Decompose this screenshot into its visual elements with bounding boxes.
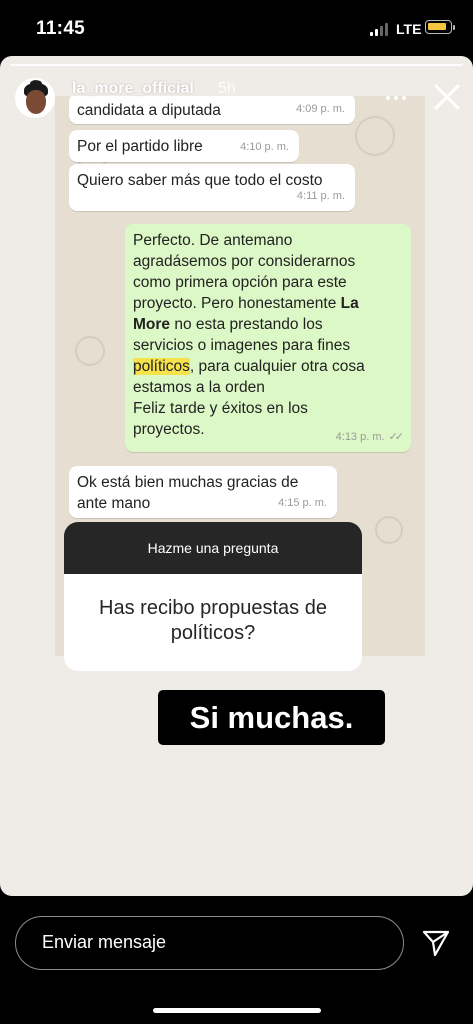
- message-time: 4:09 p. m.: [296, 103, 345, 115]
- battery-fill: [428, 23, 446, 30]
- message-time: 4:10 p. m.: [240, 141, 289, 153]
- message-text: ante mano: [77, 495, 151, 512]
- question-sticker[interactable]: Hazme una pregunta Has recibo propuestas…: [64, 522, 362, 671]
- chat-message: Quiero saber más que todo el costo 4:11 …: [69, 164, 355, 211]
- status-bar: 11:45 LTE: [0, 0, 473, 56]
- chat-message-sent: Perfecto. De antemano agradásemos por co…: [125, 224, 411, 452]
- story-progress-bar: [10, 64, 463, 66]
- highlighted-word: políticos: [133, 358, 190, 375]
- story-card[interactable]: candidata a diputada 4:09 p. m. Por el p…: [0, 56, 473, 896]
- avatar[interactable]: [15, 78, 55, 118]
- network-label: LTE: [396, 21, 422, 37]
- message-text: Ok está bien muchas gracias de: [77, 474, 299, 491]
- message-text: candidata a diputada: [77, 102, 221, 119]
- close-icon[interactable]: [430, 80, 464, 114]
- signal-icon: [370, 22, 390, 36]
- more-icon[interactable]: [384, 94, 410, 102]
- status-time: 11:45: [36, 18, 86, 39]
- send-icon[interactable]: [421, 928, 451, 958]
- home-indicator: [153, 1008, 321, 1013]
- chat-message: Por el partido libre 4:10 p. m.: [69, 130, 299, 162]
- username[interactable]: la_more_official: [72, 80, 194, 98]
- message-text: Quiero saber más que todo el costo: [77, 172, 323, 189]
- question-header: Hazme una pregunta: [64, 522, 362, 574]
- battery-icon: [425, 20, 455, 34]
- read-ticks-icon: ✓✓: [388, 431, 405, 443]
- message-input[interactable]: Enviar mensaje: [15, 916, 404, 970]
- chat-message: Ok está bien muchas gracias de ante mano…: [69, 466, 337, 518]
- message-time: 4:13 p. m. ✓✓: [335, 431, 405, 443]
- message-time: 4:11 p. m.: [296, 190, 345, 202]
- question-text: Has recibo propuestas de políticos?: [99, 597, 327, 644]
- chat-message: candidata a diputada 4:09 p. m.: [69, 96, 355, 124]
- message-text: Perfecto. De antemano agradásemos por co…: [133, 232, 365, 438]
- message-time: 4:15 p. m.: [278, 497, 327, 509]
- message-text: Por el partido libre: [77, 138, 203, 155]
- answer-text: Si muchas.: [158, 690, 385, 745]
- story-time-ago: 5h: [218, 80, 236, 97]
